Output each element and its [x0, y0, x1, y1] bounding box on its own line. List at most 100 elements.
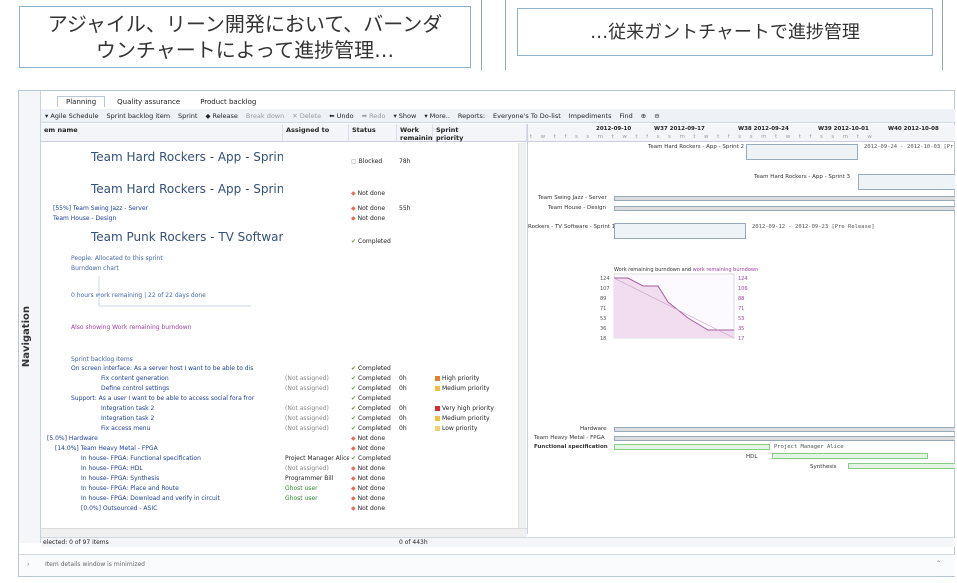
y-tick-right: 88	[738, 296, 744, 302]
chevron-up-icon[interactable]: ⌃	[936, 560, 941, 567]
gantt-bar-sprint2[interactable]	[746, 144, 858, 160]
priority-label: Medium priority	[442, 415, 490, 422]
table-row[interactable]: [0.0%] Outsourced - ASIC Not done	[41, 505, 527, 514]
toolbar-item[interactable]: ▾ More..	[420, 109, 454, 122]
gantt-bar-hardware[interactable]	[614, 427, 955, 432]
toolbar-item[interactable]: ▾ Show	[389, 109, 420, 122]
table-row[interactable]: Also showing Work remaining burndown	[41, 324, 527, 333]
table-row[interactable]: In house- FPGA: Download and verify in c…	[41, 495, 527, 504]
table-row[interactable]: In house- FPGA: Functional specification…	[41, 455, 527, 464]
expand-icon[interactable]: ›	[27, 561, 29, 568]
y-tick: 107	[600, 286, 610, 292]
y-tick: 36	[600, 326, 606, 332]
tab-quality-assurance[interactable]: Quality assurance	[109, 97, 188, 107]
table-row[interactable]: Team Hard Rockers - App - Sprint Blocked7…	[41, 150, 527, 172]
row-status: Not done	[351, 445, 397, 452]
gantt-bar-house[interactable]	[614, 206, 955, 211]
tab-planning[interactable]: Planning	[57, 96, 106, 107]
toolbar-item[interactable]: ⊖	[650, 109, 663, 122]
row-status: Not done	[351, 215, 397, 222]
toolbar-item[interactable]: ◆ Release	[201, 109, 241, 122]
table-row[interactable]: In house- FPGA: HDL (Not assigned) Not don…	[41, 465, 527, 474]
gantt-label: Team House - Design	[548, 205, 606, 211]
col-header-work[interactable]: Work remaining	[397, 124, 437, 142]
row-name: In house- FPGA: Place and Route	[81, 485, 179, 492]
table-row[interactable]: On screen interface: As a server host I …	[41, 365, 527, 374]
row-name: On screen interface: As a server host I …	[71, 365, 254, 372]
row-status: Completed	[351, 455, 397, 462]
col-header-assigned[interactable]: Assigned to	[283, 124, 349, 142]
gantt-bar-synth[interactable]	[848, 463, 955, 469]
table-row[interactable]: Define control settings (Not assigned) Com…	[41, 385, 527, 394]
table-row[interactable]: Support: As a user I want to be able to …	[41, 395, 527, 404]
row-priority: Low priority	[435, 425, 477, 432]
toolbar-item[interactable]: Impediments	[565, 109, 616, 122]
row-status: Not done	[351, 475, 397, 482]
details-panel[interactable]: › Item details window is minimized ⌃	[19, 554, 955, 576]
toolbar-item[interactable]: ▾ Agile Schedule	[41, 109, 102, 122]
priority-label: priority	[436, 134, 464, 142]
toolbar-item[interactable]: Everyone's To Do-list	[489, 109, 565, 122]
table-row[interactable]: People: Allocated to this sprint	[41, 255, 527, 264]
toolbar-item[interactable]: Sprint backlog item	[102, 109, 174, 122]
table-row[interactable]: [55%] Team Swing Jazz - Server Not done55…	[41, 205, 527, 214]
gantt-bar-punk[interactable]	[614, 223, 746, 239]
toolbar-item[interactable]: Break down	[242, 109, 288, 122]
table-row[interactable]: Team Punk Rockers - TV Software - Complet…	[41, 230, 527, 252]
toolbar-item[interactable]: ⬅ Undo	[325, 109, 358, 122]
col-header-name[interactable]: em name	[41, 124, 283, 142]
col-header-priority[interactable]: Sprint priority	[433, 124, 527, 142]
table-row[interactable]: Burndown chart	[41, 265, 527, 274]
tab-product-backlog[interactable]: Product backlog	[192, 97, 264, 107]
priority-icon	[435, 386, 440, 391]
toolbar-item[interactable]: Find	[615, 109, 636, 122]
table-row[interactable]: Team Hard Rockers - App - Sprint Not done	[41, 182, 527, 204]
gantt-chart: 2012-09-10 W37 2012-09-17 W38 2012-09-24…	[527, 124, 955, 534]
gantt-label: Functional specification	[534, 444, 608, 450]
gantt-bar-heavy[interactable]	[614, 436, 955, 441]
row-work: 0h	[399, 415, 407, 422]
row-name: Sprint backlog items	[71, 356, 133, 363]
table-row[interactable]: [14.0%] Team Heavy Metal - FPGA Not done	[41, 445, 527, 454]
gantt-label: Synthesis	[810, 464, 837, 470]
separator	[481, 0, 482, 70]
toolbar-item[interactable]: ➡ Redo	[358, 109, 390, 122]
row-status: Not done	[351, 205, 397, 212]
table-row[interactable]: [5.0%] Hardware Not done	[41, 435, 527, 444]
row-status: Completed	[351, 405, 397, 412]
col-header-status[interactable]: Status	[349, 124, 397, 142]
row-work: 55h	[399, 205, 411, 212]
separator	[505, 0, 506, 70]
gantt-bar-swing[interactable]	[614, 196, 955, 201]
toolbar-item[interactable]: Sprint	[174, 109, 201, 122]
toolbar-item[interactable]: ✕ Delete	[288, 109, 325, 122]
navigation-label: Navigation	[21, 306, 32, 368]
gantt-assignee: Project Manager Alice	[774, 444, 844, 450]
gantt-bar-hdl[interactable]	[772, 453, 928, 459]
table-row[interactable]: In house- FPGA: Place and Route Ghost use…	[41, 485, 527, 494]
y-tick-right: 106	[738, 286, 748, 292]
gantt-label: Team Hard Rockers - App - Sprint 2	[648, 144, 745, 150]
row-priority: Medium priority	[435, 415, 490, 422]
grid-vertical-scrollbar[interactable]	[518, 143, 526, 528]
priority-label: Low priority	[442, 425, 478, 432]
row-status: Completed	[351, 385, 397, 392]
table-row[interactable]: Fix content generation (Not assigned) Comp…	[41, 375, 527, 384]
y-tick-right: 53	[738, 316, 744, 322]
grid-horizontal-scrollbar[interactable]	[41, 528, 527, 537]
table-row[interactable]: Integration task 2 (Not assigned) Complete…	[41, 415, 527, 424]
table-row[interactable]: Sprint backlog items	[41, 356, 527, 365]
table-row[interactable]: In house- FPGA: Synthesis Programmer Bill…	[41, 475, 527, 484]
gantt-bar-func[interactable]	[614, 444, 770, 450]
row-assigned: Programmer Bill	[285, 475, 334, 482]
toolbar-item[interactable]: ⊕	[637, 109, 650, 122]
table-row[interactable]: Fix access menu (Not assigned) Completed0h…	[41, 425, 527, 434]
table-row[interactable]: Integration task 2 (Not assigned) Complete…	[41, 405, 527, 414]
navigation-panel[interactable]: Navigation	[19, 91, 41, 543]
row-name: Also showing Work remaining burndown	[71, 324, 192, 331]
gantt-bar-sprint3[interactable]	[858, 174, 955, 190]
selection-count: elected: 0 of 97 items	[43, 539, 109, 546]
table-row[interactable]: Team House - Design Not done	[41, 215, 527, 224]
priority-icon	[435, 416, 440, 421]
toolbar-item[interactable]: Reports:	[454, 109, 489, 122]
